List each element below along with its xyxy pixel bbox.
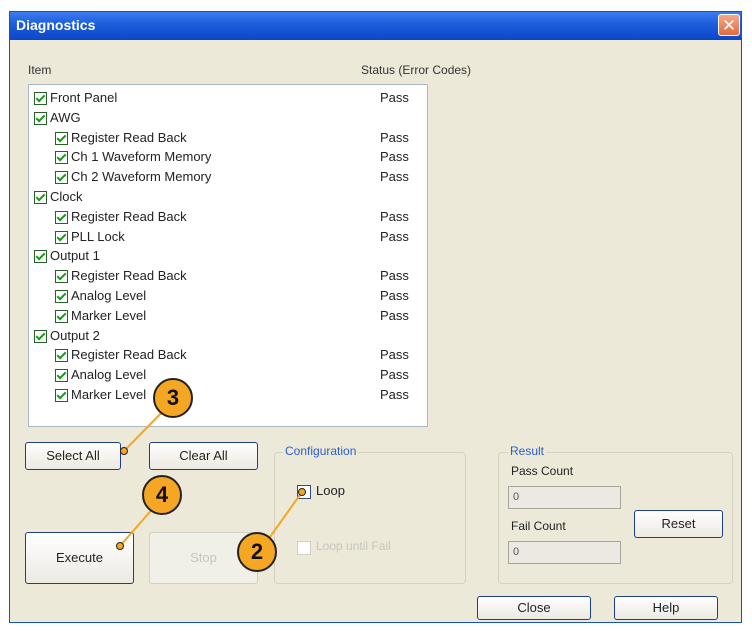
tree-item-status: Pass [380,129,409,145]
clear-all-button[interactable]: Clear All [149,442,258,470]
tree-item-label: Ch 1 Waveform Memory [71,149,212,165]
close-icon[interactable]: ✕ [718,14,740,36]
tree-row[interactable]: Output 1 [29,248,427,268]
tree-item-label: Analog Level [71,367,147,383]
tree-checkbox[interactable] [55,210,68,224]
tree-row[interactable]: Analog Level Pass [29,288,427,308]
column-header-status: Status (Error Codes) [361,63,472,77]
execute-button[interactable]: Execute [25,532,134,584]
tree-checkbox[interactable] [55,290,68,303]
loop-until-fail-label: Loop until Fail [316,539,391,553]
callout-3: 3 [153,378,193,418]
fail-count-label: Fail Count [511,519,566,533]
reset-button[interactable]: Reset [634,510,723,538]
loop-until-fail-checkbox [297,541,311,555]
tree-item-status: Pass [380,268,409,284]
dialog-title: Diagnostics [16,17,96,33]
tree-item-label: Marker Level [71,387,147,402]
tree-checkbox[interactable] [55,270,68,284]
pass-count-label: Pass Count [511,464,574,478]
tree-item-label: AWG [50,109,81,125]
tree-checkbox[interactable] [34,191,47,204]
title-bar: Diagnostics ✕ [10,12,741,40]
tree-checkbox[interactable] [55,369,68,383]
configuration-group [274,452,466,584]
tree-item-label: Register Read Back [71,129,187,145]
tree-item-label: Front Panel [50,90,118,105]
tree-item-label: Clock [50,189,83,204]
tree-item-label: Register Read Back [71,208,187,224]
tree-item-label: Register Read Back [71,347,187,363]
loop-checkbox[interactable] [297,485,311,499]
select-all-button[interactable]: Select All [25,442,121,470]
tree-item-status: Pass [380,347,409,363]
tree-item-status: Pass [380,90,409,105]
tree-row[interactable]: PLL Lock Pass [29,229,427,249]
tree-checkbox[interactable] [34,92,47,105]
tree-checkbox[interactable] [34,329,47,343]
tree-item-label: Ch 2 Waveform Memory [71,169,212,185]
tree-row[interactable]: Front Panel Pass [29,90,427,110]
tree-checkbox[interactable] [34,250,47,264]
tree-item-label: Output 2 [50,327,100,343]
tree-row[interactable]: Register Read Back Pass [29,130,427,150]
diagnostics-tree[interactable]: Front Panel Pass AWG Register Read Back Pass… [28,84,428,427]
tree-row[interactable]: Analog Level Pass [29,367,427,387]
tree-item-status: Pass [380,169,409,185]
tree-checkbox[interactable] [55,131,68,145]
tree-item-status: Pass [380,208,409,224]
tree-item-label: Register Read Back [71,268,187,284]
tree-checkbox[interactable] [55,389,68,402]
tree-item-label: PLL Lock [71,228,125,244]
tree-row[interactable]: Ch 1 Waveform Memory Pass [29,149,427,169]
pass-count-field: 0 [508,486,621,509]
result-title: Result [508,444,547,458]
tree-row[interactable]: Clock [29,189,427,209]
tree-item-status: Pass [380,228,409,244]
callout-4: 4 [142,475,182,515]
tree-row[interactable]: Register Read Back Pass [29,209,427,229]
tree-checkbox[interactable] [55,349,68,363]
tree-row[interactable]: Output 2 [29,328,427,348]
column-header-item: Item [28,63,52,77]
fail-count-field: 0 [508,541,621,564]
tree-item-label: Analog Level [71,288,147,303]
tree-item-status: Pass [380,149,409,165]
tree-item-status: Pass [380,307,409,323]
tree-row[interactable]: Marker Level Pass [29,387,427,407]
tree-checkbox[interactable] [55,309,68,323]
tree-row[interactable]: Register Read Back Pass [29,347,427,367]
tree-item-label: Output 1 [50,248,100,264]
tree-item-label: Marker Level [71,307,147,323]
tree-checkbox[interactable] [55,151,68,165]
close-button[interactable]: Close [477,596,591,620]
tree-row[interactable]: Register Read Back Pass [29,268,427,288]
tree-item-status: Pass [380,387,409,402]
help-button[interactable]: Help [614,596,718,620]
tree-row[interactable]: Marker Level Pass [29,308,427,328]
loop-label: Loop [316,483,345,498]
tree-item-status: Pass [380,367,409,383]
tree-item-status: Pass [380,288,409,303]
tree-row[interactable]: Ch 2 Waveform Memory Pass [29,169,427,189]
diagnostics-dialog: Diagnostics ✕ Item Status (Error Codes) … [9,11,742,623]
tree-row[interactable]: AWG [29,110,427,130]
callout-2: 2 [237,532,277,572]
configuration-title: Configuration [283,444,359,458]
tree-checkbox[interactable] [55,230,68,244]
tree-checkbox[interactable] [55,171,68,185]
tree-checkbox[interactable] [34,111,47,125]
